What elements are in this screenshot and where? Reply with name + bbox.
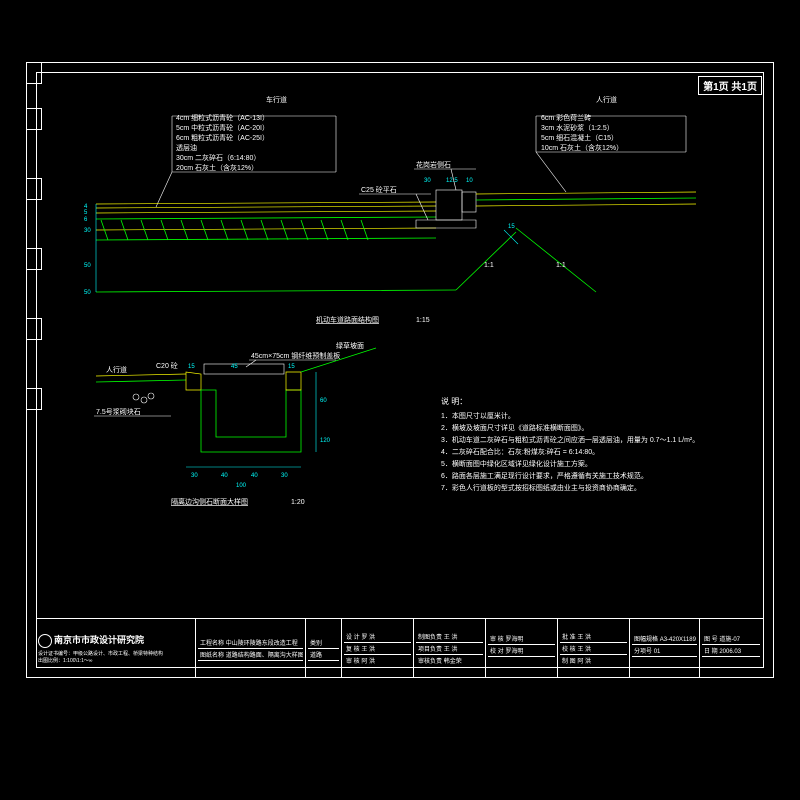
svg-text:50: 50 (84, 263, 91, 269)
detail-title: 隔离边沟侧石断面大样图 (171, 497, 248, 506)
svg-text:1:1: 1:1 (484, 262, 494, 269)
svg-text:7．彩色人行道板的型式按招标图纸或由业主与投资商协商确定。: 7．彩色人行道板的型式按招标图纸或由业主与投资商协商确定。 (441, 483, 641, 492)
svg-text:30: 30 (281, 473, 288, 479)
svg-text:4cm 细粒式沥青砼（AC-13I）: 4cm 细粒式沥青砼（AC-13I） (176, 113, 269, 122)
svg-text:100: 100 (236, 483, 247, 489)
svg-text:6cm 彩色荷兰砖: 6cm 彩色荷兰砖 (541, 113, 591, 122)
svg-text:10: 10 (466, 178, 473, 184)
svg-text:6: 6 (84, 217, 88, 223)
sidewalk-layer-labels: 6cm 彩色荷兰砖 3cm 水泥砂浆（1:2.5） 5cm 细石混凝土（C15）… (536, 113, 686, 192)
svg-text:6cm 粗粒式沥青砼（AC-25I）: 6cm 粗粒式沥青砼（AC-25I） (176, 133, 269, 142)
svg-text:15: 15 (188, 364, 195, 370)
v-dims: 4 5 6 30 50 50 (84, 204, 96, 296)
svg-text:1:15: 1:15 (416, 317, 430, 324)
svg-text:5: 5 (84, 210, 88, 216)
svg-text:7.5号浆砌块石: 7.5号浆砌块石 (96, 407, 141, 416)
svg-text:1:20: 1:20 (291, 499, 305, 506)
svg-text:30cm 二灰碎石（6:14:80）: 30cm 二灰碎石（6:14:80） (176, 153, 260, 162)
svg-text:1．本图尺寸以厘米计。: 1．本图尺寸以厘米计。 (441, 411, 515, 420)
svg-text:12.5: 12.5 (446, 178, 458, 184)
detail-section: 人行道 C20 砼 45cm×75cm 钢纤维预制盖板 绿草坡面 7.5号浆砌块… (94, 341, 376, 489)
svg-text:透层油: 透层油 (176, 143, 197, 152)
svg-text:说 明：: 说 明： (441, 396, 467, 406)
svg-text:45: 45 (231, 364, 238, 370)
svg-text:40: 40 (251, 473, 258, 479)
svg-text:5．横断面图中绿化区域详见绿化设计施工方案。: 5．横断面图中绿化区域详见绿化设计施工方案。 (441, 459, 592, 468)
svg-text:10cm 石灰土（含灰12%）: 10cm 石灰土（含灰12%） (541, 143, 623, 152)
svg-text:30: 30 (424, 178, 431, 184)
svg-text:3．机动车道二灰碎石与粗粒式沥青砼之间应洒一层透层油，用量为: 3．机动车道二灰碎石与粗粒式沥青砼之间应洒一层透层油，用量为 0.7～1.1 L… (441, 435, 699, 444)
drawing-canvas: 车行道 人行道 4cm 细粒式沥青砼（AC-13I） 5cm 中粒式沥青砼（AC… (36, 72, 764, 612)
road-layer-labels: 4cm 细粒式沥青砼（AC-13I） 5cm 中粒式沥青砼（AC-20I） 6c… (156, 113, 336, 207)
svg-text:30: 30 (84, 228, 91, 234)
svg-text:45cm×75cm 钢纤维预制盖板: 45cm×75cm 钢纤维预制盖板 (251, 351, 340, 360)
main-section: 1:1 1:1 15 花岗岩侧石 C25 砼平石 30 12.5 10 (96, 160, 696, 292)
svg-text:40: 40 (221, 473, 228, 479)
svg-text:60: 60 (320, 398, 327, 404)
svg-text:6．路面各层施工满足现行设计要求，严格遵循有关施工技术规范。: 6．路面各层施工满足现行设计要求，严格遵循有关施工技术规范。 (441, 471, 648, 480)
svg-text:2．横坡及坡面尺寸详见《道路标准横断面图》。: 2．横坡及坡面尺寸详见《道路标准横断面图》。 (441, 423, 588, 432)
svg-text:50: 50 (84, 290, 91, 296)
svg-text:绿草坡面: 绿草坡面 (336, 341, 364, 350)
road-header: 车行道 (266, 95, 287, 104)
notes: 说 明： 1．本图尺寸以厘米计。 2．横坡及坡面尺寸详见《道路标准横断面图》。 … (441, 396, 699, 492)
svg-text:5cm 细石混凝土（C15）: 5cm 细石混凝土（C15） (541, 133, 618, 142)
svg-text:30: 30 (191, 473, 198, 479)
svg-text:花岗岩侧石: 花岗岩侧石 (416, 160, 451, 169)
institute-logo-icon (38, 634, 52, 648)
svg-text:人行道: 人行道 (106, 365, 127, 374)
svg-text:120: 120 (320, 438, 331, 444)
svg-text:5cm 中粒式沥青砼（AC-20I）: 5cm 中粒式沥青砼（AC-20I） (176, 123, 269, 132)
title-block: 南京市市政设计研究院 设计证书编号：甲级公路设计、市政工程、桥梁特种结构 出图比… (36, 618, 764, 678)
svg-text:C25 砼平石: C25 砼平石 (361, 185, 397, 194)
svg-text:20cm 石灰土（含灰12%）: 20cm 石灰土（含灰12%） (176, 163, 258, 172)
svg-text:1:1: 1:1 (556, 262, 566, 269)
sidewalk-header: 人行道 (596, 95, 617, 104)
svg-text:C20 砼: C20 砼 (156, 361, 178, 370)
svg-text:4．二灰碎石配合比：石灰:粉煤灰:碎石 = 6:14:80。: 4．二灰碎石配合比：石灰:粉煤灰:碎石 = 6:14:80。 (441, 447, 599, 456)
svg-text:15: 15 (288, 364, 295, 370)
svg-text:3cm 水泥砂浆（1:2.5）: 3cm 水泥砂浆（1:2.5） (541, 123, 614, 132)
svg-text:15: 15 (508, 224, 515, 230)
main-title: 机动车道路面结构图 (316, 315, 379, 324)
